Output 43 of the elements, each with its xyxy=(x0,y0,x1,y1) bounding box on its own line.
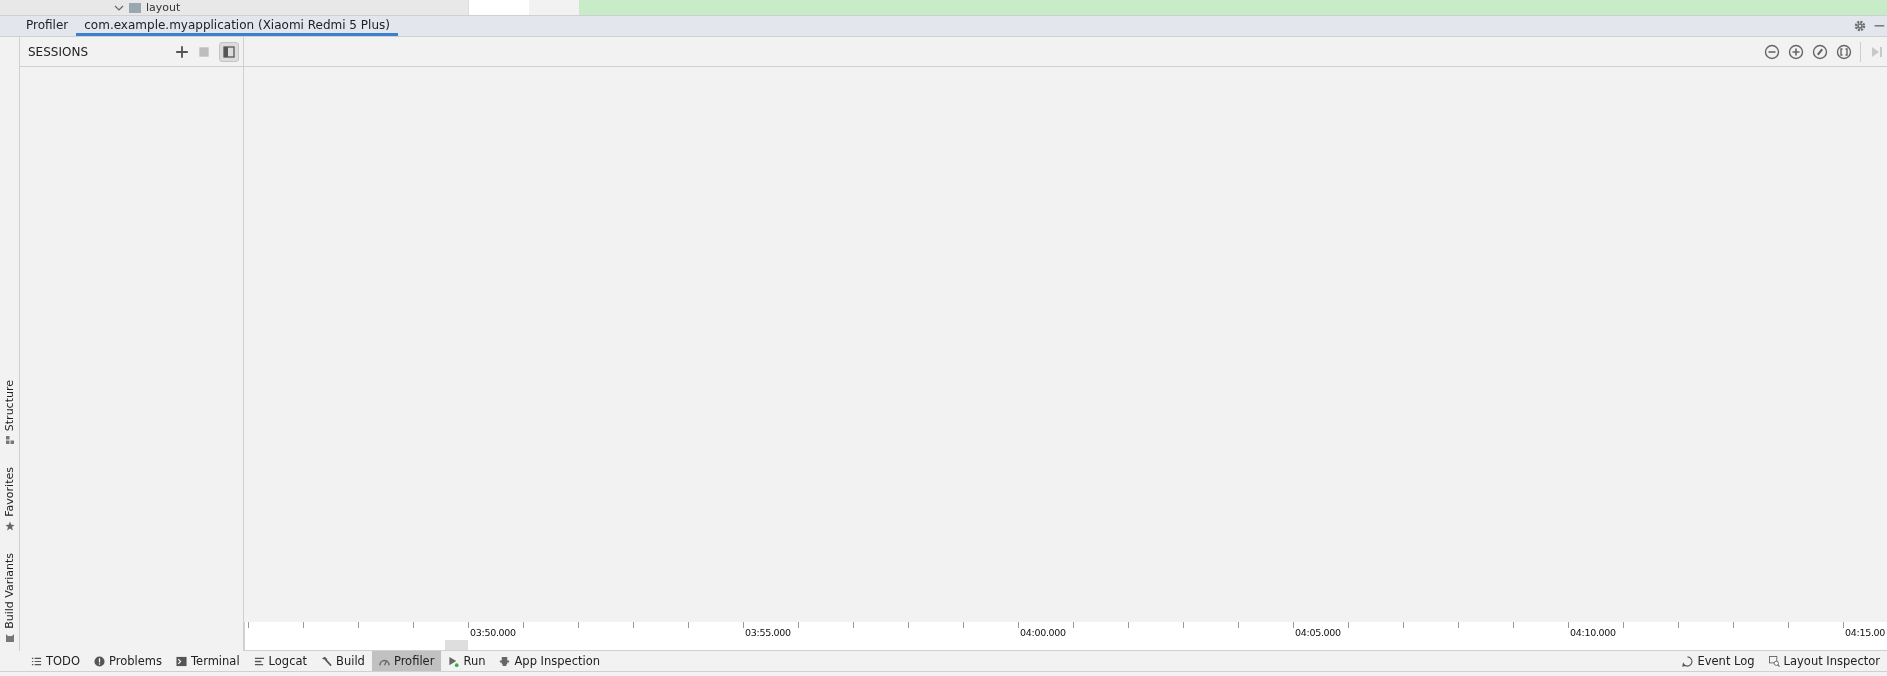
time-label: 04:00.000 xyxy=(1020,627,1066,638)
tool-window-button[interactable]: Build Variants xyxy=(0,553,19,643)
tool-window-button[interactable]: Run xyxy=(441,651,493,671)
chevron-icon[interactable] xyxy=(114,4,124,11)
tool-window-button[interactable]: TODO xyxy=(24,651,87,671)
zoom-out-icon[interactable] xyxy=(1764,43,1780,60)
tab[interactable]: Profiler xyxy=(18,16,77,36)
folder-icon xyxy=(129,2,141,13)
settings-icon[interactable] xyxy=(1853,19,1867,33)
tool-window-button[interactable]: Profiler xyxy=(371,651,442,671)
zoom-to-fit-icon[interactable] xyxy=(1836,43,1852,60)
tool-window-button[interactable]: Terminal xyxy=(169,651,247,671)
time-label: 03:50.000 xyxy=(470,627,516,638)
tool-window-button[interactable]: Build xyxy=(314,651,372,671)
structure-icon xyxy=(4,435,15,446)
add-icon[interactable] xyxy=(175,44,189,59)
lines-icon xyxy=(253,655,265,667)
list-icon xyxy=(31,655,42,667)
speech-bubble-icon xyxy=(1682,655,1694,667)
tab[interactable]: com.example.myapplication (Xiaomi Redmi 5 Plus) xyxy=(76,16,398,36)
tree-item[interactable]: layout xyxy=(146,1,181,14)
time-label: 04:10.000 xyxy=(1570,627,1616,638)
reset-zoom-icon[interactable] xyxy=(1812,43,1828,60)
hammer-icon xyxy=(321,655,333,667)
time-label: 04:15.00 xyxy=(1845,627,1886,638)
tool-window-button[interactable]: Layout Inspector xyxy=(1761,651,1887,671)
terminal-icon xyxy=(176,655,187,667)
tool-window-button[interactable]: Problems xyxy=(87,651,169,671)
tool-window-button[interactable]: App Inspection xyxy=(492,651,607,671)
tool-window-button[interactable]: Logcat xyxy=(246,651,315,671)
run-icon xyxy=(448,655,460,667)
layout-inspect-icon xyxy=(1768,655,1780,667)
scrollbar-thumb[interactable] xyxy=(445,640,468,650)
tool-window-button[interactable]: Structure xyxy=(0,380,19,446)
panel-toggle-button[interactable] xyxy=(219,41,239,62)
star-icon xyxy=(4,521,15,532)
time-label: 04:05.000 xyxy=(1295,627,1341,638)
zoom-in-icon[interactable] xyxy=(1788,43,1804,60)
tool-window-button[interactable]: Event Log xyxy=(1675,651,1762,671)
time-label: 03:55.000 xyxy=(745,627,791,638)
tool-window-button[interactable]: Favorites xyxy=(0,467,19,532)
alert-icon xyxy=(94,655,105,667)
sessions-title: SESSIONS xyxy=(28,44,88,59)
